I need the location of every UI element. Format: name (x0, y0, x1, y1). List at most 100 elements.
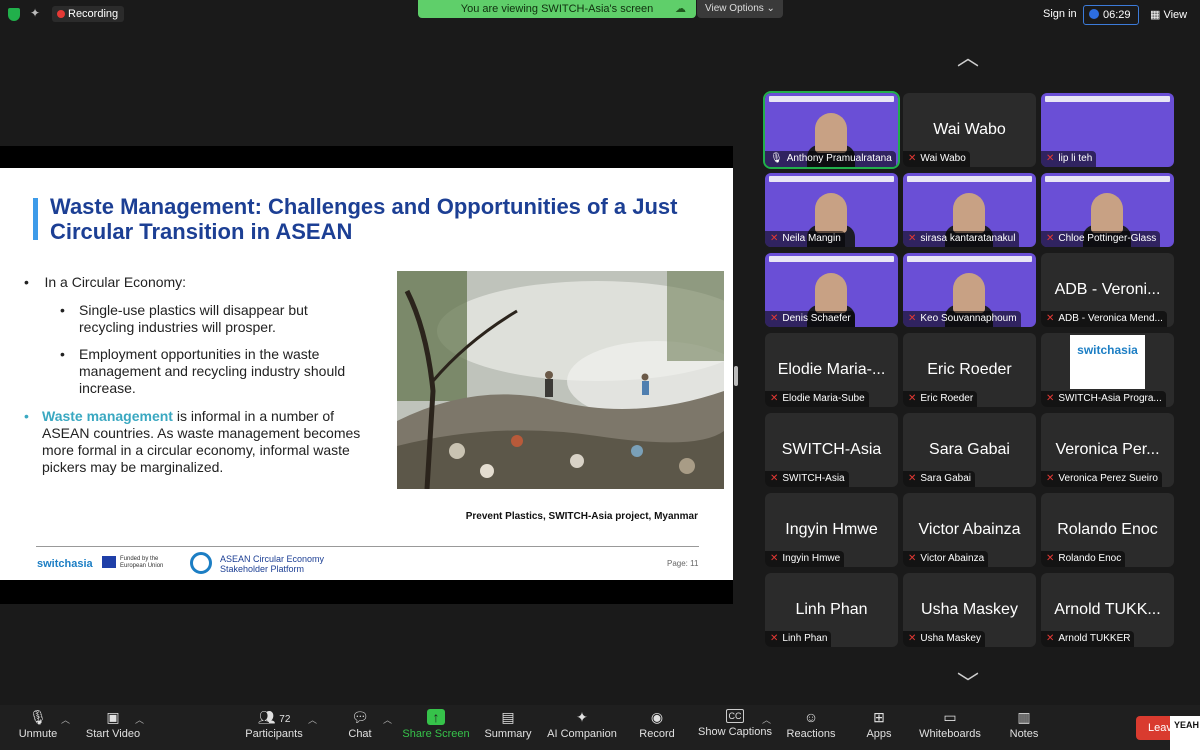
leave-button[interactable]: Leave (1136, 716, 1170, 740)
chat-chevron-icon[interactable]: ︿ (383, 713, 392, 726)
participant-tile[interactable]: 🎙︎ Anthony Pramualratana (763, 91, 900, 169)
participant-name-label: ✕ SWITCH-Asia Progra... (1041, 391, 1166, 407)
participant-tile[interactable]: SWITCH-Asia ✕ SWITCH-Asia (765, 413, 898, 487)
sign-in-link[interactable]: Sign in (1043, 8, 1077, 20)
participant-display-name: Rolando Enoc (1057, 521, 1158, 538)
apps-button[interactable]: ⊞ Apps (862, 709, 896, 740)
participant-name: SWITCH-Asia (782, 473, 845, 484)
chat-label: Chat (348, 728, 372, 740)
participant-tile[interactable]: ✕ sirasa kantaratanakul (903, 173, 1036, 247)
participant-tile[interactable]: Sara Gabai ✕ Sara Gabai (903, 413, 1036, 487)
meeting-timer[interactable]: 06:29 (1083, 5, 1139, 25)
muted-mic-icon: ✕ (908, 153, 917, 164)
summary-button[interactable]: ▤ Summary (484, 709, 532, 740)
unmute-button[interactable]: 🎙︎ Unmute (14, 709, 62, 740)
switchasia-logo: switchasia (37, 558, 93, 570)
participant-video-face (815, 193, 847, 233)
whiteboards-button[interactable]: ▭ Whiteboards (918, 709, 982, 740)
recording-indicator[interactable]: Recording (52, 6, 125, 22)
participant-tile[interactable]: ✕ Denis Schaefer (765, 253, 898, 327)
participant-name: Arnold TUKKER (1058, 633, 1131, 644)
participant-tile[interactable]: Veronica Per... ✕ Veronica Perez Sueiro (1041, 413, 1174, 487)
participant-tile[interactable]: ✕ lip li teh (1041, 93, 1174, 167)
participants-icon: 👥︎ 72 (257, 709, 291, 725)
participant-name: Neila Mangin (782, 233, 841, 244)
apps-icon: ⊞ (873, 709, 885, 725)
participant-video-face (815, 113, 847, 153)
notes-button[interactable]: ▥ Notes (1006, 709, 1042, 740)
sub-bullet-1-text: Single-use plastics will disappear but r… (79, 302, 308, 335)
footer-divider (36, 546, 699, 547)
presentation-slide: Waste Management: Challenges and Opportu… (0, 168, 733, 580)
participant-name: Sara Gabai (920, 473, 971, 484)
ai-companion-button[interactable]: ✦ AI Companion (546, 709, 618, 740)
participant-tile[interactable]: Arnold TUKK... ✕ Arnold TUKKER (1041, 573, 1174, 647)
share-screen-icon: ↑ (427, 709, 445, 725)
notes-label: Notes (1009, 728, 1039, 740)
participant-name: lip li teh (1058, 153, 1093, 164)
muted-mic-icon: ✕ (770, 553, 779, 564)
record-button[interactable]: ◉ Record (636, 709, 678, 740)
viewing-banner-text: You are viewing SWITCH-Asia's screen (460, 3, 654, 15)
participant-name-label: ✕ Sara Gabai (903, 471, 975, 487)
participant-display-name: Victor Abainza (918, 521, 1021, 538)
view-options-button[interactable]: View Options ⌄ (697, 0, 783, 18)
participant-name-label: ✕ sirasa kantaratanakul (903, 231, 1020, 247)
chat-icon: 💬︎ (351, 709, 369, 725)
switchasia-tile-logo: switchasia (1070, 335, 1145, 389)
participants-button[interactable]: 👥︎ 72 Participants (243, 709, 305, 740)
captions-chevron-icon[interactable]: ︿ (762, 713, 771, 726)
participant-display-name: Usha Maskey (921, 601, 1018, 618)
ai-companion-label: AI Companion (547, 728, 617, 740)
participant-tile[interactable]: Eric Roeder ✕ Eric Roeder (903, 333, 1036, 407)
participant-tile[interactable]: ✕ Keo Souvannaphoum (903, 253, 1036, 327)
reactions-button[interactable]: ☺ Reactions (786, 709, 836, 740)
shield-icon[interactable] (8, 8, 20, 21)
audio-options-chevron-icon[interactable]: ︿ (61, 713, 70, 726)
chat-button[interactable]: 💬︎ Chat (340, 709, 380, 740)
participant-name-label: ✕ Arnold TUKKER (1041, 631, 1135, 647)
muted-mic-icon: 🎙︎ (29, 709, 47, 725)
tile-banner (1045, 96, 1170, 102)
bullet-1-text: In a Circular Economy: (44, 274, 187, 290)
photo-caption: Prevent Plastics, SWITCH-Asia project, M… (465, 511, 698, 522)
participant-display-name: Eric Roeder (927, 361, 1012, 378)
participant-name: SWITCH-Asia Progra... (1058, 393, 1162, 404)
top-bar: ✦ Recording You are viewing SWITCH-Asia'… (0, 0, 1200, 28)
yeah-popup[interactable]: YEAH (1170, 716, 1200, 750)
summary-icon: ▤ (501, 709, 515, 725)
participant-name: Rolando Enoc (1058, 553, 1122, 564)
muted-mic-icon: ✕ (770, 313, 779, 324)
video-options-chevron-icon[interactable]: ︿ (135, 713, 144, 726)
participants-chevron-icon[interactable]: ︿ (308, 713, 317, 726)
muted-mic-icon: ✕ (1046, 393, 1055, 404)
gallery-scroll-down-icon[interactable]: ﹀ (957, 666, 979, 698)
share-screen-button[interactable]: ↑ Share Screen (402, 709, 470, 740)
asean-platform-name: ASEAN Circular Economy Stakeholder Platf… (220, 554, 324, 574)
participant-tile[interactable]: ✕ Chloe Pottinger-Glass (1041, 173, 1174, 247)
reactions-label: Reactions (786, 728, 836, 740)
participant-tile[interactable]: switchasia ✕ SWITCH-Asia Progra... (1041, 333, 1174, 407)
participant-tile[interactable]: Wai Wabo ✕ Wai Wabo (903, 93, 1036, 167)
participant-tile[interactable]: Linh Phan ✕ Linh Phan (765, 573, 898, 647)
participant-tile[interactable]: Rolando Enoc ✕ Rolando Enoc (1041, 493, 1174, 567)
split-drag-handle[interactable] (734, 366, 738, 386)
participant-name: Linh Phan (782, 633, 828, 644)
landfill-illustration (397, 271, 724, 489)
gallery-scroll-up-icon[interactable]: ︿ (957, 40, 979, 72)
participant-tile[interactable]: ADB - Veroni... ✕ ADB - Veronica Mend... (1041, 253, 1174, 327)
participant-tile[interactable]: ✕ Neila Mangin (765, 173, 898, 247)
sparkle-icon[interactable]: ✦ (30, 6, 40, 20)
participant-tile[interactable]: Elodie Maria-... ✕ Elodie Maria-Sube (765, 333, 898, 407)
participant-name-label: ✕ Chloe Pottinger-Glass (1041, 231, 1161, 247)
participant-tile[interactable]: Ingyin Hmwe ✕ Ingyin Hmwe (765, 493, 898, 567)
title-accent-bar (33, 198, 38, 240)
muted-mic-icon: ✕ (770, 233, 779, 244)
view-button[interactable]: ▦ View (1150, 8, 1187, 21)
funded-by-eu: Funded by the European Union (120, 556, 164, 569)
participant-name-label: ✕ Keo Souvannaphoum (903, 311, 1021, 327)
participant-name: Anthony Pramualratana (786, 153, 892, 164)
muted-mic-icon: ✕ (1046, 313, 1055, 324)
participant-tile[interactable]: Victor Abainza ✕ Victor Abainza (903, 493, 1036, 567)
participant-tile[interactable]: Usha Maskey ✕ Usha Maskey (903, 573, 1036, 647)
